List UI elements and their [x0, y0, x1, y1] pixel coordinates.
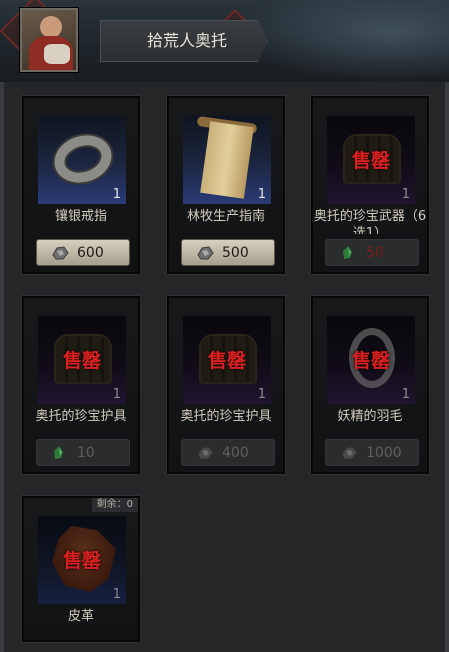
- price-value: 400: [222, 445, 249, 461]
- item-quantity: 1: [112, 187, 121, 202]
- price-value: 500: [222, 245, 249, 261]
- sold-out-label: 售罄: [62, 550, 101, 572]
- item-slot: 1: [183, 116, 271, 204]
- item-quantity: 1: [112, 387, 121, 402]
- item-slot: 1: [38, 116, 126, 204]
- item-slot: 售罄 1: [183, 316, 271, 404]
- item-quantity: 1: [112, 587, 121, 602]
- shop-item-card[interactable]: 剩余：0 售罄 1 皮革: [22, 496, 140, 642]
- green-gem-icon: [54, 446, 63, 459]
- merchant-portrait-icon: [20, 8, 78, 72]
- page-title: 拾荒人奥托: [146, 31, 227, 50]
- buy-price-button: 400: [181, 439, 275, 466]
- buy-price-button[interactable]: 500: [181, 239, 275, 266]
- shop-item-card[interactable]: 1 镶银戒指 600: [22, 96, 140, 274]
- shop-item-card[interactable]: 售罄 1 奥托的珍宝护具 400: [167, 296, 285, 474]
- shop-item-card[interactable]: 1 林牧生产指南 500: [167, 96, 285, 274]
- item-quantity: 1: [401, 187, 410, 202]
- item-name: 奥托的珍宝武器（6选1）: [313, 209, 427, 234]
- shop-item-card[interactable]: 售罄 1 妖精的羽毛 1000: [311, 296, 429, 474]
- shop-item-card[interactable]: 售罄 1 奥托的珍宝护具 10: [22, 296, 140, 474]
- ore-icon: [197, 446, 214, 460]
- item-name: 林牧生产指南: [186, 209, 265, 224]
- sold-out-label: 售罄: [62, 350, 101, 372]
- ring-icon: [48, 128, 118, 190]
- buy-price-button[interactable]: 600: [36, 239, 130, 266]
- sold-out-label: 售罄: [207, 350, 246, 372]
- remaining-count: 剩余：0: [91, 498, 138, 512]
- buy-price-button: 1000: [325, 439, 419, 466]
- item-slot: 售罄 1: [38, 516, 126, 604]
- ore-icon: [52, 246, 69, 260]
- buy-price-button: 50: [325, 239, 419, 266]
- sold-out-label: 售罄: [351, 350, 390, 372]
- item-slot: 售罄 1: [327, 116, 415, 204]
- ore-icon: [341, 446, 358, 460]
- item-slot: 售罄 1: [38, 316, 126, 404]
- item-quantity: 1: [257, 187, 266, 202]
- item-quantity: 1: [257, 387, 266, 402]
- item-name: 奥托的珍宝护具: [180, 409, 272, 424]
- ore-icon: [197, 246, 214, 260]
- shop-item-card[interactable]: 售罄 1 奥托的珍宝武器（6选1） 50: [311, 96, 429, 274]
- item-name: 奥托的珍宝护具: [35, 409, 127, 424]
- buy-price-button: 10: [36, 439, 130, 466]
- price-value: 10: [77, 445, 95, 461]
- shop-item-grid: 1 镶银戒指 600 1 林牧生产指南 500 售罄 1 奥托的珍宝武器（6选1…: [0, 82, 449, 652]
- item-name: 镶银戒指: [54, 209, 107, 224]
- item-name: 皮革: [67, 609, 94, 624]
- price-value: 1000: [366, 445, 402, 461]
- item-slot: 售罄 1: [327, 316, 415, 404]
- shop-header: 拾荒人奥托: [0, 0, 449, 82]
- item-name: 妖精的羽毛: [337, 409, 403, 424]
- price-value: 50: [366, 245, 384, 261]
- item-quantity: 1: [401, 387, 410, 402]
- sold-out-label: 售罄: [351, 150, 390, 172]
- green-gem-icon: [343, 246, 352, 259]
- price-value: 600: [77, 245, 104, 261]
